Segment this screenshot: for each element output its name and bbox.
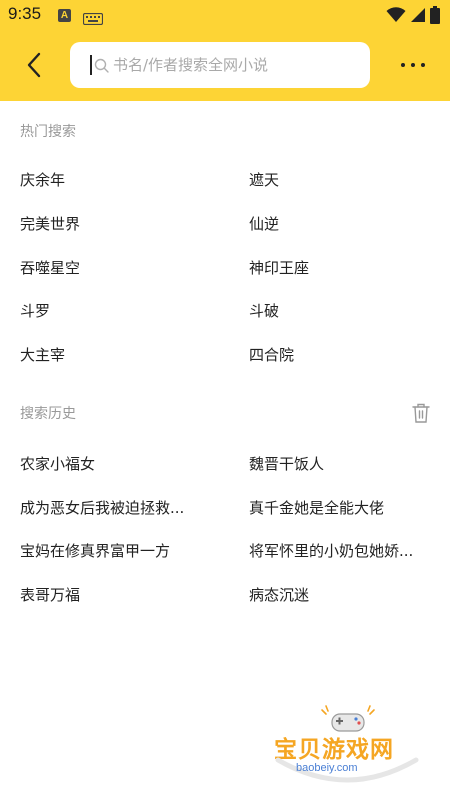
history-item[interactable]: 表哥万福 xyxy=(20,585,80,605)
hot-search-item[interactable]: 大主宰 xyxy=(20,345,65,365)
more-icon xyxy=(401,63,405,67)
hot-search-item[interactable]: 庆余年 xyxy=(20,170,65,190)
watermark-url: baobeiy.com xyxy=(296,762,358,774)
status-time: 9:35 xyxy=(8,4,42,23)
hot-search-item[interactable]: 吞噬星空 xyxy=(20,258,80,278)
history-item[interactable]: 魏晋干饭人 xyxy=(249,454,324,474)
back-button[interactable] xyxy=(20,50,50,80)
hot-search-item[interactable]: 遮天 xyxy=(249,170,279,190)
watermark-logo: 宝贝游戏网 baobeiy.com xyxy=(272,700,422,796)
search-icon xyxy=(94,58,109,73)
search-history-title: 搜索历史 xyxy=(20,406,76,422)
wifi-icon xyxy=(386,7,406,22)
battery-icon xyxy=(430,6,440,24)
hot-search-item[interactable]: 完美世界 xyxy=(20,214,80,234)
hot-search-title: 热门搜索 xyxy=(20,124,76,140)
chevron-left-icon xyxy=(27,52,41,78)
notification-app-icon: A xyxy=(58,9,71,22)
history-item[interactable]: 真千金她是全能大佬 xyxy=(249,498,384,518)
hot-search-item[interactable]: 斗罗 xyxy=(20,301,50,321)
hot-search-item[interactable]: 四合院 xyxy=(249,345,294,365)
history-item[interactable]: 病态沉迷 xyxy=(249,585,309,605)
search-input[interactable]: 书名/作者搜索全网小说 xyxy=(70,42,370,88)
history-item[interactable]: 农家小福女 xyxy=(20,454,95,474)
signal-icon xyxy=(411,8,425,22)
hot-search-item[interactable]: 斗破 xyxy=(249,301,279,321)
system-status-icons xyxy=(386,6,440,24)
text-cursor xyxy=(90,55,92,75)
status-bar: 9:35 A xyxy=(0,0,450,32)
hot-search-item[interactable]: 神印王座 xyxy=(249,258,309,278)
trash-icon xyxy=(412,403,430,423)
clear-history-button[interactable] xyxy=(411,402,431,424)
history-item[interactable]: 宝妈在修真界富甲一方 xyxy=(20,541,170,561)
search-placeholder: 书名/作者搜索全网小说 xyxy=(113,56,269,74)
top-app-bar: 9:35 A 书名/作者搜索全网小说 xyxy=(0,0,450,101)
hot-search-item[interactable]: 仙逆 xyxy=(249,214,279,234)
keyboard-icon xyxy=(82,10,104,29)
more-options-button[interactable] xyxy=(395,52,431,78)
history-item[interactable]: 成为恶女后我被迫拯救... xyxy=(20,498,184,518)
history-item[interactable]: 将军怀里的小奶包她娇... xyxy=(249,541,413,561)
